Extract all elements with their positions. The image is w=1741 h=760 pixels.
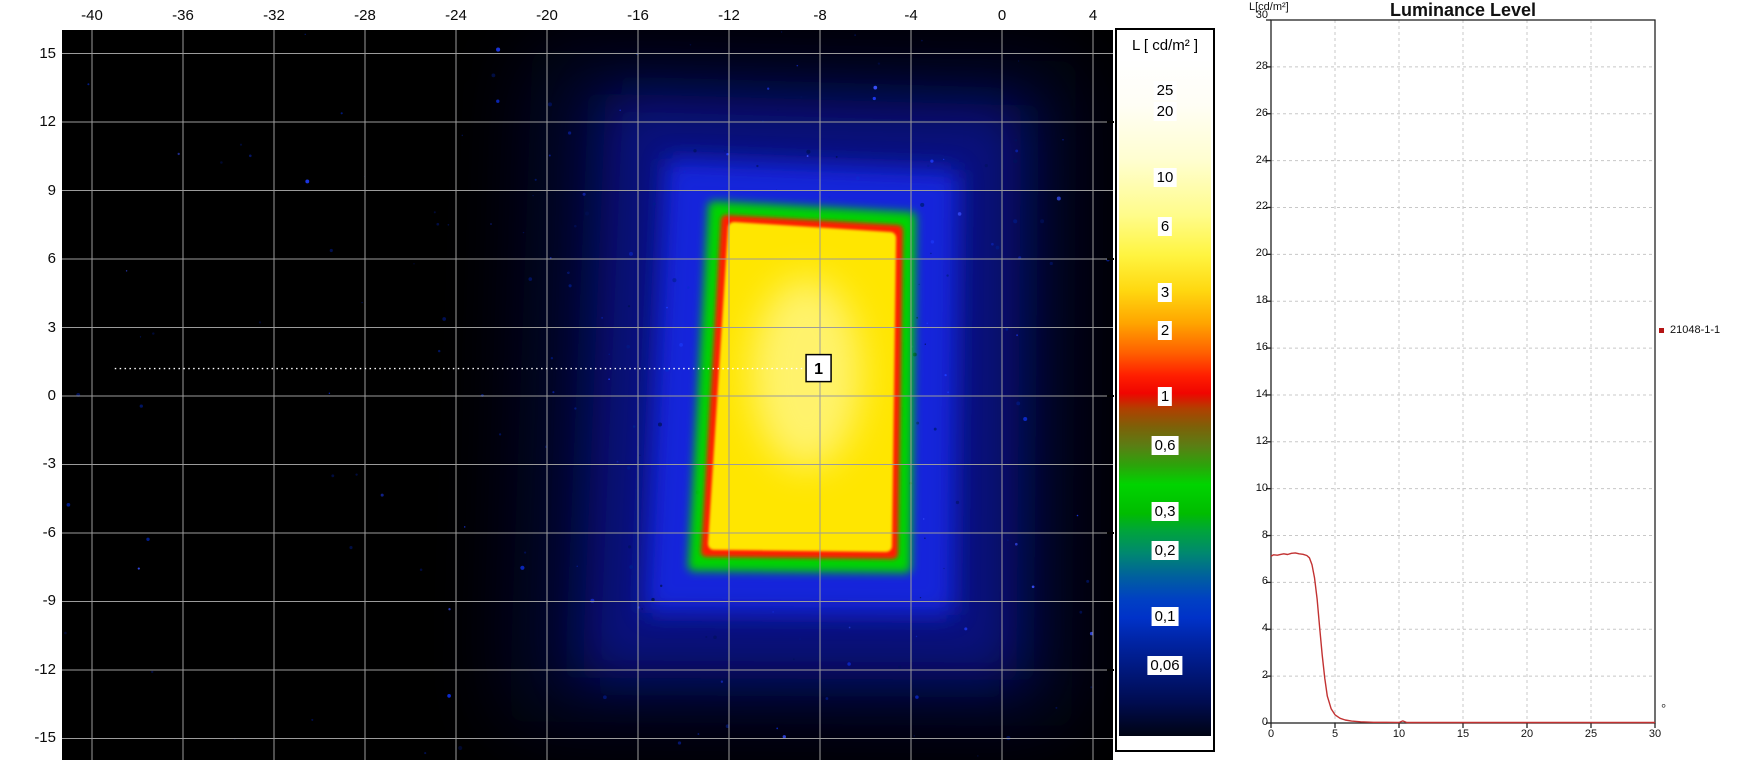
map-x-tick-label: 4 [1088,7,1098,24]
chart-y-tick-label: 28 [1255,59,1268,72]
map-x-tick-label: -40 [81,7,103,24]
chart-legend: 21048-1-1 [1659,324,1720,336]
chart-x-tick-label: 15 [1456,728,1470,740]
colorbar-value-label: 2 [1157,321,1173,341]
map-edge-tick [1107,531,1114,534]
chart-y-tick-label: 20 [1255,247,1268,260]
chart-x-tick-label: 10 [1392,728,1406,740]
colorbar-value-label: 1 [1157,387,1173,407]
map-x-tick-label: -12 [718,7,740,24]
chart-y-tick-label: 0 [1261,716,1268,728]
chart-x-axis-unit: ° [1661,701,1667,716]
map-y-tick-label: -6 [42,523,56,541]
luminance-level-chart [1266,19,1656,728]
legend-series-marker-icon [1659,327,1664,333]
map-y-tick-label: 0 [47,387,56,404]
luminance-map: 1 [62,30,1113,760]
map-y-tick-label: -12 [34,660,56,678]
map-x-tick-label: -28 [354,7,376,24]
map-x-tick-label: 0 [997,7,1007,24]
chart-x-tick-label: 25 [1584,728,1598,740]
chart-y-tick-label: 24 [1255,153,1268,166]
colorbar-value-label: 0,2 [1151,540,1179,560]
chart-x-tick-label: 5 [1331,728,1339,740]
colorbar-value-label: 20 [1153,101,1177,121]
section-line-label: 1 [805,353,832,383]
colorbar-value-label: 0,3 [1151,502,1179,522]
legend-series-name: 21048-1-1 [1670,324,1721,336]
colorbar-title: L [ cd/m² ] [1131,37,1199,54]
chart-y-tick-label: 14 [1255,387,1268,400]
map-y-tick-label: 9 [47,181,56,199]
svg-text:1: 1 [814,361,823,378]
chart-y-tick-label: 8 [1261,528,1268,541]
map-edge-tick [1107,395,1114,397]
map-x-tick-label: -20 [536,7,558,24]
map-x-tick-label: -36 [172,7,194,24]
chart-y-tick-label: 18 [1255,294,1268,307]
map-y-tick-label: -3 [42,455,56,473]
map-x-tick-label: -16 [627,7,649,24]
colorbar-value-label: 0,06 [1147,655,1183,675]
colorbar-value-label: 6 [1157,216,1173,236]
map-x-tick-label: -4 [904,7,918,24]
colorbar-value-label: 0,6 [1151,436,1179,456]
chart-y-tick-label: 2 [1261,669,1268,682]
luminance-map-panel: 1 -40 -36 -32 -28 -24 -20 -16 -12 -8 -4 0 4 15 12 9 6 3… [0,0,1245,760]
map-x-tick-label: -8 [813,7,827,24]
chart-x-tick-label: 30 [1648,728,1662,740]
chart-x-tick-label: 0 [1267,728,1275,740]
colorbar-value-label: 0,1 [1151,606,1179,626]
chart-y-tick-label: 12 [1255,434,1268,447]
colorbar-value-label: 3 [1157,282,1173,302]
map-y-tick-label: 15 [39,44,56,62]
chart-y-tick-label: 30 [1255,9,1268,21]
map-edge-tick [1107,258,1114,261]
chart-y-tick-label: 22 [1255,200,1268,213]
chart-y-tick-label: 6 [1261,575,1268,588]
chart-y-tick-label: 4 [1261,622,1268,635]
map-y-tick-label: -15 [34,729,56,747]
chart-y-tick-label: 26 [1255,106,1268,119]
chart-y-tick-label: 16 [1255,341,1268,354]
chart-x-tick-label: 20 [1520,728,1534,740]
map-edge-tick [1107,668,1114,671]
map-y-tick-label: 6 [47,250,56,268]
map-x-tick-label: -24 [445,7,467,24]
colorbar-value-label: 10 [1153,167,1177,187]
chart-y-tick-label: 10 [1255,481,1268,494]
map-x-tick-label: -32 [263,7,285,24]
luminance-level-chart-panel: Luminance Level L[cd/m²] 0 2 4 6 8 10 12 14 16 18… [1245,0,1741,760]
colorbar: L [ cd/m² ] 25 20 10 6 3 2 1 0,6 0,3 0,2 0,1 0,06 [1115,28,1215,752]
map-y-tick-label: -9 [42,592,56,610]
colorbar-value-label: 25 [1153,80,1177,100]
map-y-tick-label: 3 [47,318,56,336]
map-edge-tick [1107,121,1114,124]
luminance-analysis-window: 1 -40 -36 -32 -28 -24 -20 -16 -12 -8 -4 0 4 15 12 9 6 3… [0,0,1741,760]
map-y-tick-label: 12 [39,113,56,131]
